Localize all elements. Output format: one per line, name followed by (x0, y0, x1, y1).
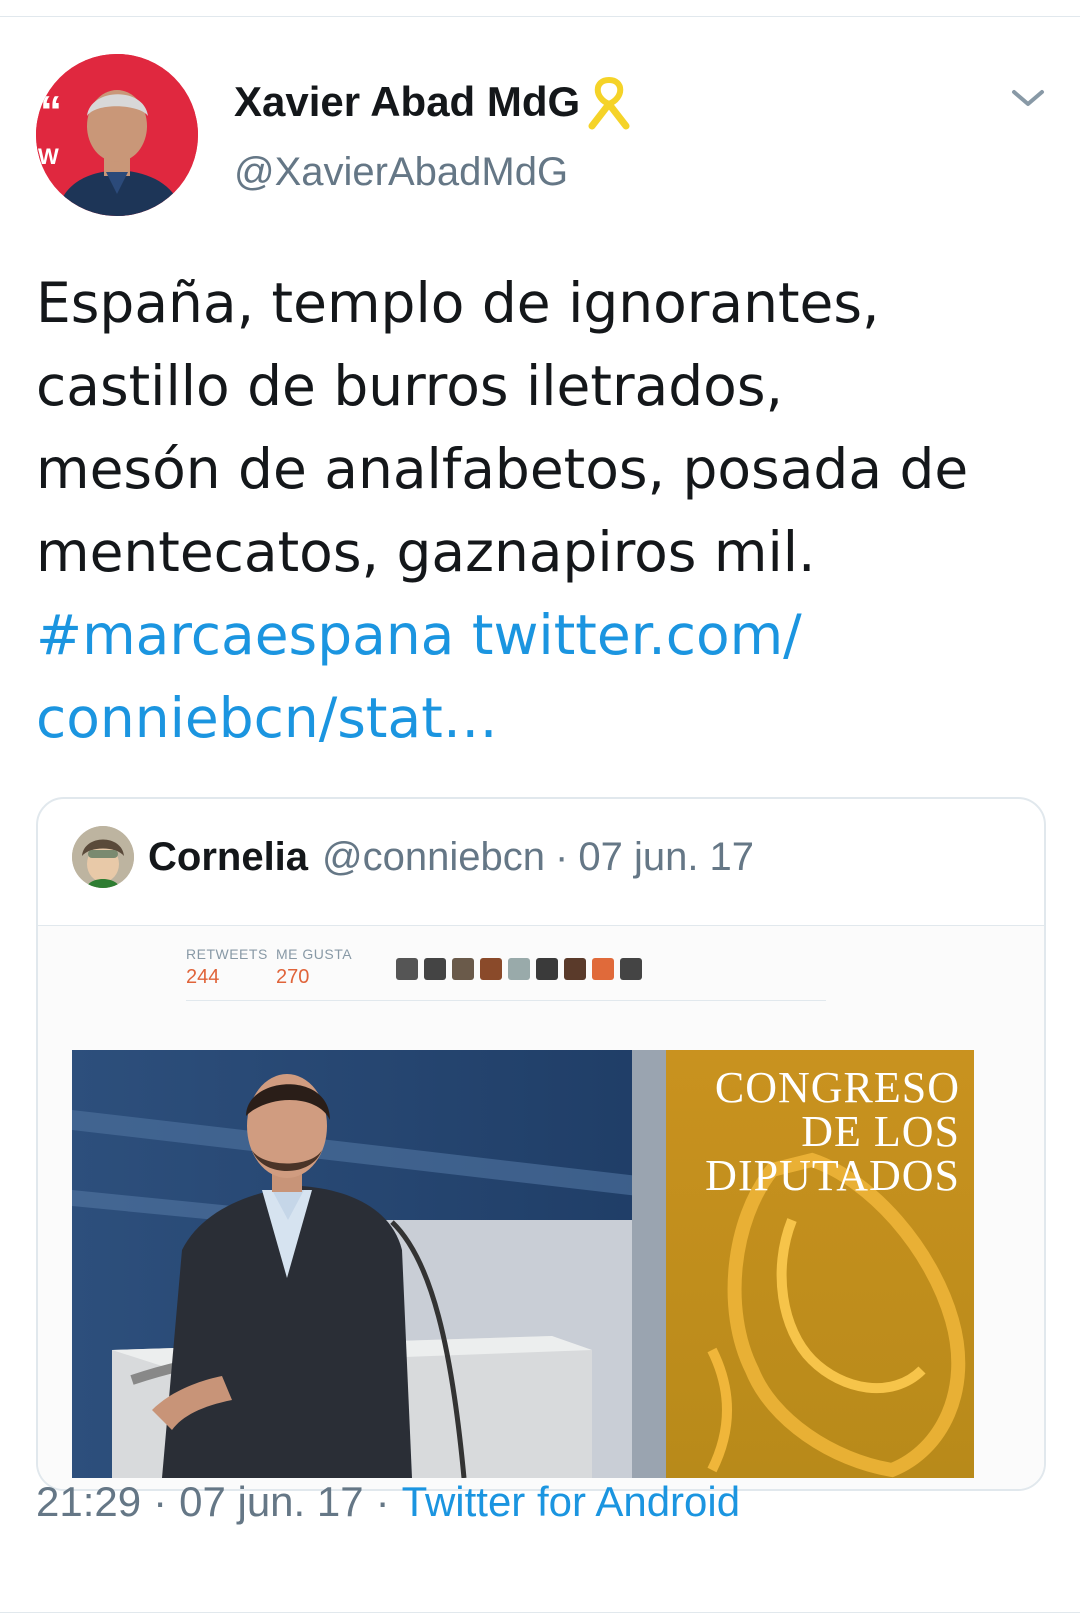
mini-avatar (620, 958, 642, 980)
tweet-links-line: #marcaespana twitter.com/ (36, 594, 1046, 677)
separator-dot: · (375, 1478, 390, 1525)
tweet-date[interactable]: 07 jun. 17 (179, 1478, 364, 1526)
author-avatar[interactable]: “ W (36, 54, 198, 216)
mini-avatar (396, 958, 418, 980)
quoted-author-avatar[interactable] (72, 826, 134, 888)
svg-text:“: “ (40, 87, 62, 136)
tweet-text-line: castillo de burros iletrados, (36, 354, 783, 418)
mini-avatar (508, 958, 530, 980)
top-divider (0, 16, 1080, 17)
hashtag-link[interactable]: #marcaespana (36, 603, 454, 667)
tweet-time[interactable]: 21:29 (36, 1478, 141, 1526)
congreso-sign-text: CONGRESO DE LOS DIPUTADOS (705, 1066, 960, 1198)
separator-dot: · (153, 1478, 168, 1525)
sign-line: CONGRESO (714, 1063, 960, 1112)
mini-avatar (564, 958, 586, 980)
sign-line: DE LOS (801, 1107, 960, 1156)
liker-avatars (396, 958, 642, 980)
press-conference-photo[interactable]: CONGRESO DE LOS DIPUTADOS (72, 1050, 974, 1478)
mini-avatar (592, 958, 614, 980)
tweet-text-line: mentecatos, gaznapiros mil. (36, 520, 816, 584)
sign-line: DIPUTADOS (705, 1151, 960, 1200)
svg-text:W: W (38, 144, 59, 169)
quoted-author-name[interactable]: Cornelia (148, 835, 308, 880)
mini-avatar (424, 958, 446, 980)
author-handle[interactable]: @XavierAbadMdG (234, 150, 568, 195)
author-name[interactable]: Xavier Abad MdG (234, 78, 580, 126)
quoted-tweet-header: Cornelia @conniebcn · 07 jun. 17 (72, 826, 755, 888)
likes-label: ME GUSTA (276, 946, 353, 962)
yellow-ribbon-icon (584, 74, 634, 130)
quoted-date: 07 jun. 17 (578, 834, 755, 879)
tweet-text: España, templo de ignorantes, castillo d… (36, 262, 1046, 760)
bottom-divider (0, 1612, 1080, 1613)
tweet-meta: 21:29 · 07 jun. 17 · Twitter for Android (36, 1472, 740, 1532)
mini-avatar (452, 958, 474, 980)
author-name-row[interactable]: Xavier Abad MdG (234, 72, 634, 132)
mini-avatar (480, 958, 502, 980)
mini-avatar (536, 958, 558, 980)
tweet-text-line: mesón de analfabetos, posada de (36, 437, 969, 501)
stats-rule (186, 1000, 826, 1001)
tweet-text-line: España, templo de ignorantes, (36, 271, 880, 335)
likes-count: 270 (276, 966, 310, 988)
retweets-label: RETWEETS (186, 946, 268, 962)
separator-dot: · (555, 834, 569, 879)
chevron-down-icon[interactable] (1010, 86, 1046, 110)
quoted-author-handle[interactable]: @conniebcn (322, 835, 545, 880)
quoted-tweet-card[interactable]: Cornelia @conniebcn · 07 jun. 17 RETWEET… (36, 797, 1046, 1491)
retweets-count: 244 (186, 966, 220, 988)
tweet-url-link-continued[interactable]: conniebcn/stat… (36, 686, 498, 750)
tweet-source-link[interactable]: Twitter for Android (402, 1478, 740, 1526)
quoted-media[interactable]: RETWEETS 244 ME GUSTA 270 CONGRESO DE LO… (38, 926, 1044, 1489)
embedded-stats: RETWEETS 244 ME GUSTA 270 (186, 938, 826, 1010)
tweet-url-link[interactable]: twitter.com/ (472, 603, 802, 667)
tweet-links-line: conniebcn/stat… (36, 677, 1046, 760)
